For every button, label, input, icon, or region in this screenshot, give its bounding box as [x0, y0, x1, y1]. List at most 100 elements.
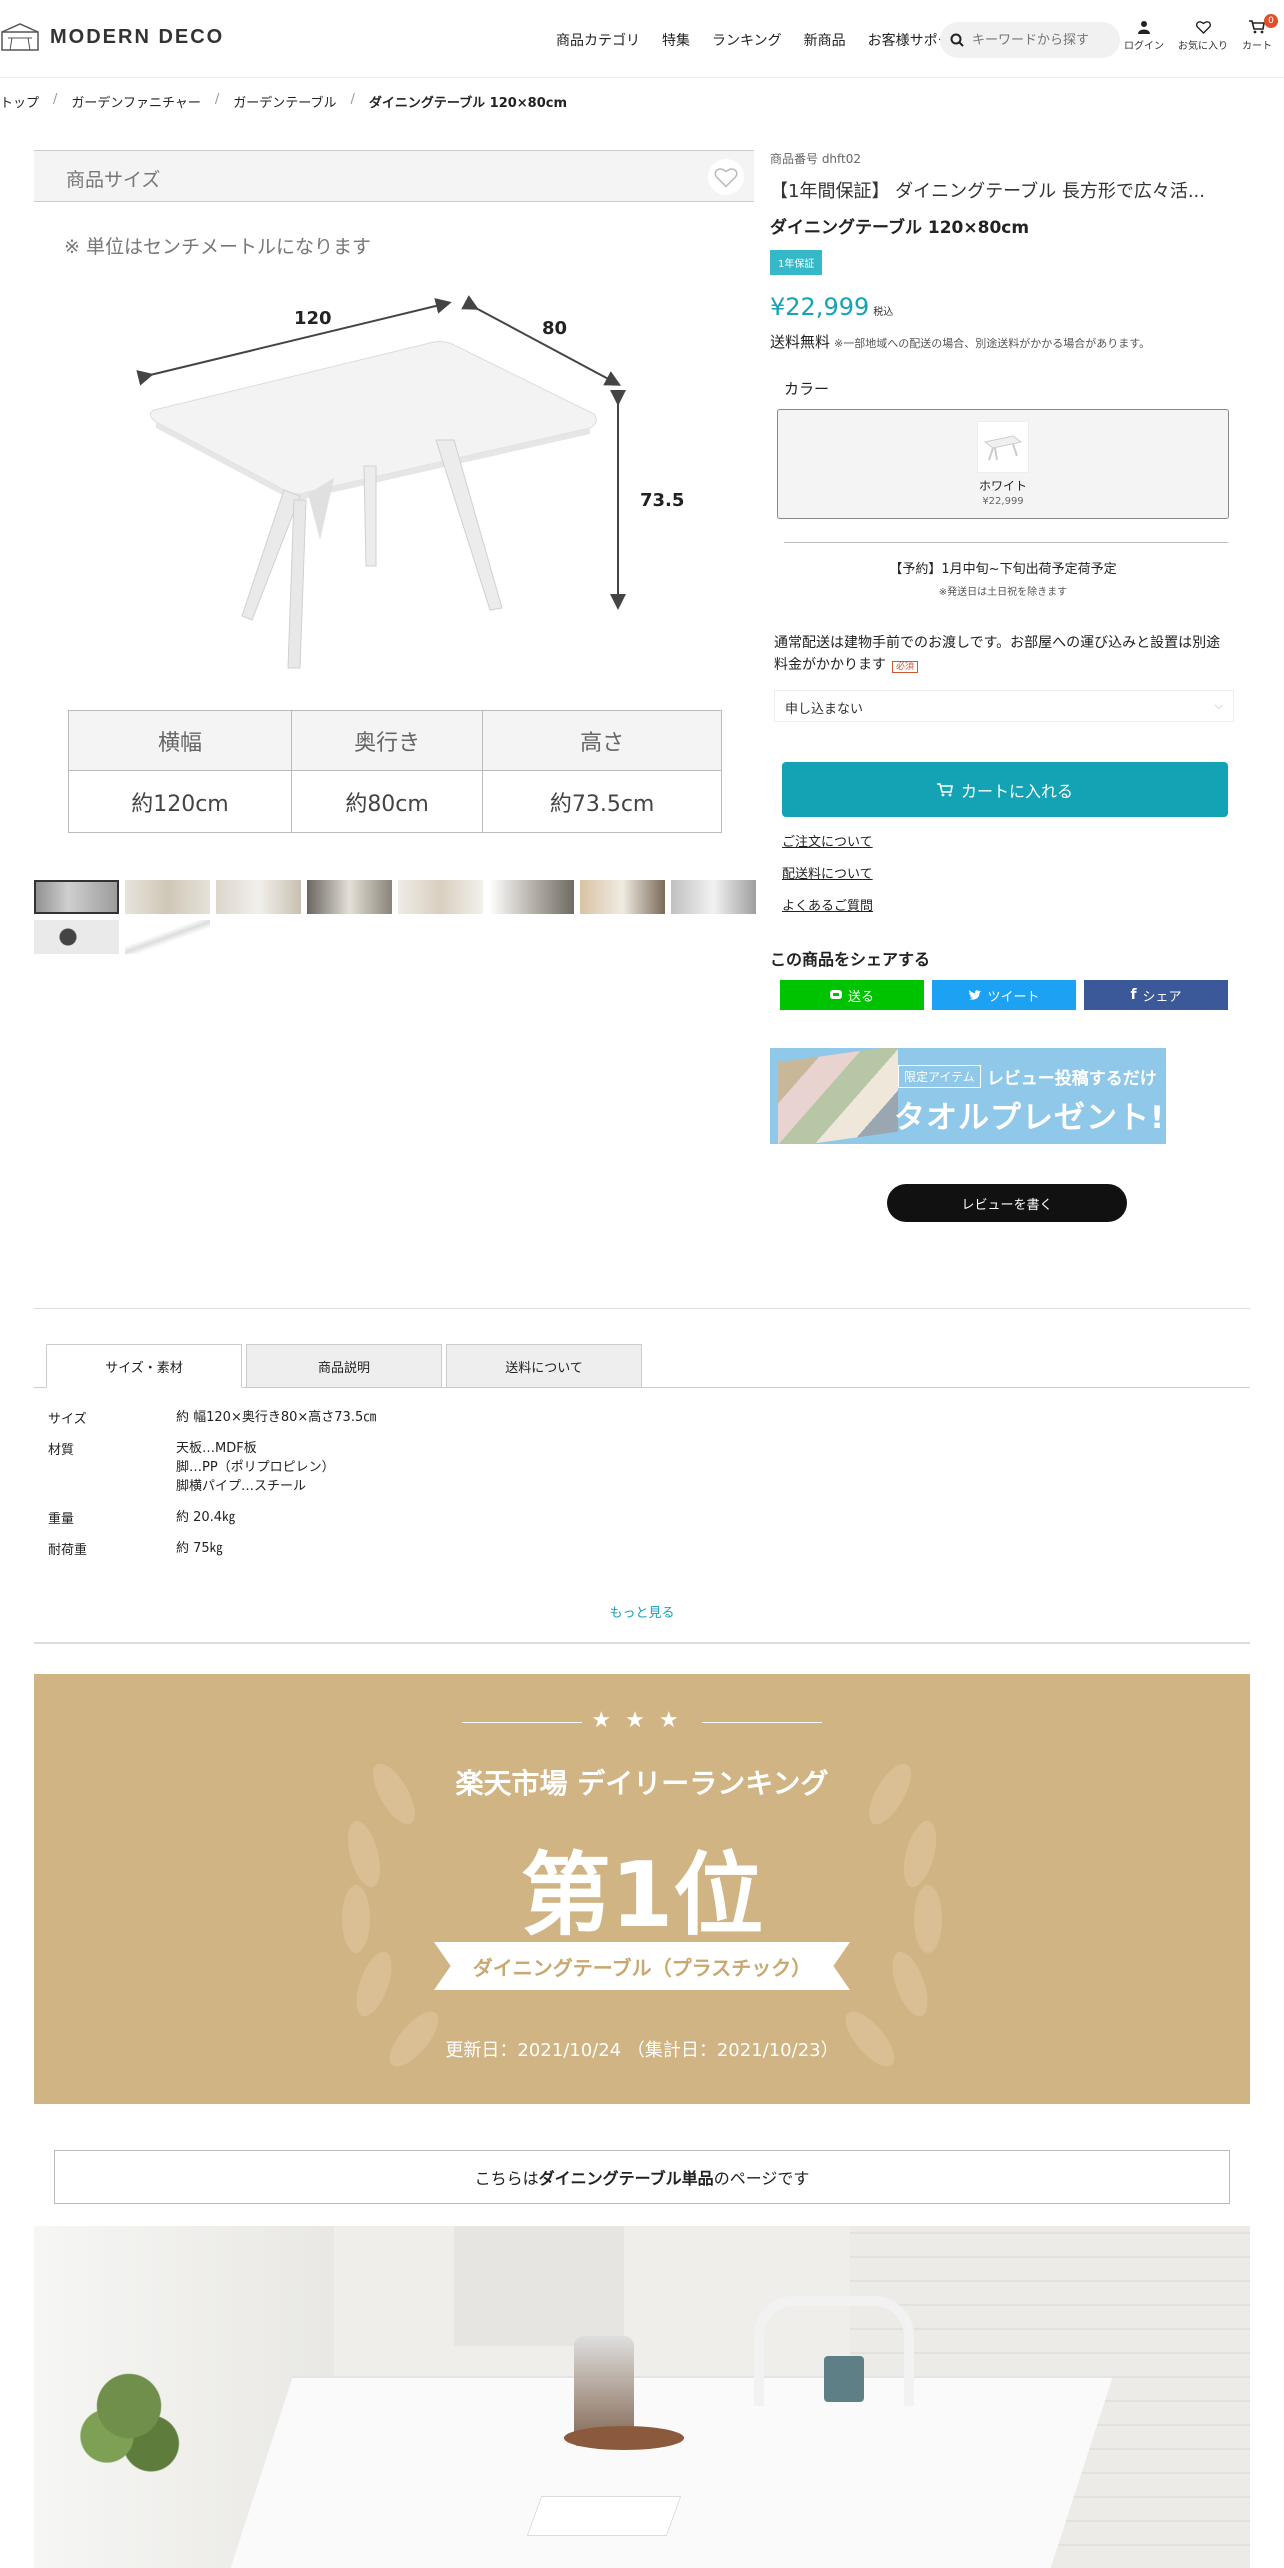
dimension-value-width: 約120cm — [68, 770, 292, 833]
thumbnail-5[interactable] — [398, 880, 483, 914]
cart-icon — [936, 782, 953, 796]
lifestyle-photo — [34, 2226, 1250, 2568]
ranking-date: 更新日：2021/10/24 （集計日：2021/10/23） — [445, 2040, 839, 2061]
divider — [784, 542, 1228, 543]
notice-post: のページです — [713, 2169, 810, 2188]
write-review-button[interactable]: レビューを書く — [887, 1184, 1127, 1222]
thumbnail-3[interactable] — [216, 880, 301, 914]
tab-size-material[interactable]: サイズ・素材 — [46, 1344, 242, 1388]
chair-back — [754, 2296, 914, 2406]
tab-description[interactable]: 商品説明 — [246, 1344, 442, 1388]
nav-item-ranking[interactable]: ランキング — [712, 30, 782, 50]
main-nav: 商品カテゴリ 特集 ランキング 新商品 お客様サポート — [556, 30, 966, 50]
open-book — [526, 2496, 682, 2536]
spec-value-line: 天板…MDF板 — [176, 1441, 257, 1456]
delivery-option-select[interactable]: 申し込まない ⌵ — [774, 690, 1234, 722]
spec-key: 材質 — [48, 1443, 75, 1458]
shipping-note: ※一部地域への配送の場合、別途送料がかかる場合があります。 — [834, 337, 1151, 350]
ranking-category-ribbon: ダイニングテーブル（プラスチック） — [434, 1942, 850, 1990]
share-twitter-label: ツイート — [987, 989, 1040, 1005]
section-divider — [34, 1642, 1250, 1644]
favorites-link[interactable]: お気に入り — [1178, 20, 1228, 52]
banner-line1: レビュー投稿するだけ — [986, 1069, 1157, 1089]
breadcrumb-top[interactable]: トップ — [0, 92, 39, 111]
table-icon — [983, 435, 1023, 461]
color-swatch-white[interactable]: ホワイト ¥22,999 — [777, 409, 1229, 519]
thumbnail-2[interactable] — [125, 880, 210, 914]
share-twitter-button[interactable]: ツイート — [932, 980, 1076, 1010]
login-label: ログイン — [1124, 41, 1164, 52]
share-line-button[interactable]: 送る — [780, 980, 924, 1010]
nav-item-new[interactable]: 新商品 — [804, 30, 846, 50]
search-input[interactable] — [972, 32, 1102, 48]
select-value: 申し込まない — [785, 702, 864, 717]
shipping-info: 送料無料 ※一部地域への配送の場合、別途送料がかかる場合があります。 — [770, 331, 1240, 352]
show-more-label: もっと見る — [609, 1606, 675, 1621]
thumbnail-6[interactable] — [489, 880, 574, 914]
spec-list: サイズ 約 幅120×奥行き80×高さ73.5㎝ 材質 天板…MDF板 脚…PP… — [48, 1408, 376, 1570]
share-line-label: 送る — [847, 989, 874, 1005]
login-link[interactable]: ログイン — [1124, 20, 1164, 52]
banner-top-line: 限定アイテム レビュー投稿するだけ — [898, 1064, 1157, 1089]
breadcrumb-current: ダイニングテーブル 120×80cm — [368, 96, 568, 111]
twitter-icon — [969, 989, 982, 1000]
show-more-link[interactable]: もっと見る — [0, 1602, 1284, 1621]
logo-text: MODERN DECO — [50, 25, 225, 48]
spec-value-line: 脚…PP（ポリプロピレン） — [176, 1460, 335, 1475]
image-header-label: 商品サイズ — [66, 169, 161, 191]
depth-dimension-label: 80 — [542, 318, 567, 339]
table-dimension-illustration: 120 80 73.5 — [136, 295, 684, 669]
thumbnail-9[interactable] — [34, 920, 119, 954]
header-icons: ログイン お気に入り カート 0 — [1124, 14, 1278, 52]
dimension-header-depth: 奥行き — [290, 710, 484, 771]
swatch-thumbnail — [977, 421, 1029, 473]
site-logo[interactable]: MODERN DECO — [0, 22, 224, 52]
cart-link[interactable]: カート 0 — [1242, 14, 1278, 52]
spec-value: 天板…MDF板 脚…PP（ポリプロピレン） 脚横パイプ…スチール — [176, 1439, 335, 1496]
breadcrumb: トップ / ガーデンファニチャー / ガーデンテーブル / ダイニングテーブル 120… — [0, 92, 568, 111]
ranking-content: ★★★ 楽天市場 デイリーランキング 第1位 ダイニングテーブル（プラスチック）… — [34, 1674, 1250, 2104]
nav-item-feature[interactable]: 特集 — [662, 30, 690, 50]
product-tabs: サイズ・素材 商品説明 送料について — [46, 1344, 642, 1388]
height-dimension-label: 73.5 — [640, 490, 684, 511]
breadcrumb-garden-furniture[interactable]: ガーデンファニチャー — [71, 92, 200, 111]
link-shipping-fee[interactable]: 配送料について — [782, 863, 873, 882]
info-links: ご注文について 配送料について よくあるご質問 — [782, 831, 873, 914]
width-dimension-label: 120 — [294, 308, 332, 329]
reservation-note: ※発送日は土日祝を除きます — [938, 587, 1068, 598]
thumbnail-1[interactable] — [34, 880, 119, 914]
spec-value-line: 脚横パイプ…スチール — [176, 1479, 307, 1494]
ranking-title: 楽天市場 デイリーランキング — [455, 1767, 829, 1800]
cart-count-badge: 0 — [1264, 14, 1278, 28]
nav-item-category[interactable]: 商品カテゴリ — [556, 30, 640, 50]
image-header-bar: 商品サイズ — [34, 150, 754, 202]
tab-shipping[interactable]: 送料について — [446, 1344, 642, 1388]
spec-row: サイズ 約 幅120×奥行き80×高さ73.5㎝ — [48, 1408, 376, 1427]
cart-icon — [1249, 20, 1265, 34]
single-item-notice: こちらは ダイニングテーブル単品 のページです — [54, 2150, 1230, 2204]
favorite-button[interactable] — [708, 159, 744, 195]
add-to-cart-button[interactable]: カートに入れる — [782, 762, 1228, 817]
share-facebook-button[interactable]: f シェア — [1084, 980, 1228, 1010]
link-faq[interactable]: よくあるご質問 — [782, 895, 873, 914]
delivery-option-label: 通常配送は建物手前でのお渡しです。お部屋への運び込みと設置は別途料金がかかります… — [774, 632, 1234, 678]
color-label: カラー — [784, 380, 830, 398]
thumbnail-7[interactable] — [580, 880, 665, 914]
product-main-image[interactable]: 商品サイズ ※ 単位はセンチメートルになります 120 80 73.5 横幅 奥… — [34, 150, 754, 850]
plant — [74, 2346, 184, 2496]
spec-key: 重量 — [48, 1512, 75, 1527]
price-value: ¥22,999 — [770, 293, 870, 321]
breadcrumb-garden-table[interactable]: ガーデンテーブル — [233, 92, 336, 111]
thumbnail-8[interactable] — [671, 880, 756, 914]
reservation-info: 【予約】1月中旬~下旬出荷予定荷予定 ※発送日は土日祝を除きます — [770, 558, 1236, 598]
search-icon[interactable] — [950, 33, 964, 47]
thumbnail-10[interactable] — [125, 920, 210, 954]
warranty-badge: 1年保証 — [770, 250, 823, 275]
search-box[interactable] — [940, 22, 1120, 58]
ranking-position: 第1位 — [520, 1843, 764, 1948]
favorites-label: お気に入り — [1178, 41, 1228, 52]
thumbnail-4[interactable] — [307, 880, 392, 914]
review-campaign-banner[interactable]: 限定アイテム レビュー投稿するだけ タオルプレゼント! — [770, 1048, 1166, 1144]
dimension-value-depth: 約80cm — [290, 770, 484, 833]
link-order-info[interactable]: ご注文について — [782, 831, 873, 850]
